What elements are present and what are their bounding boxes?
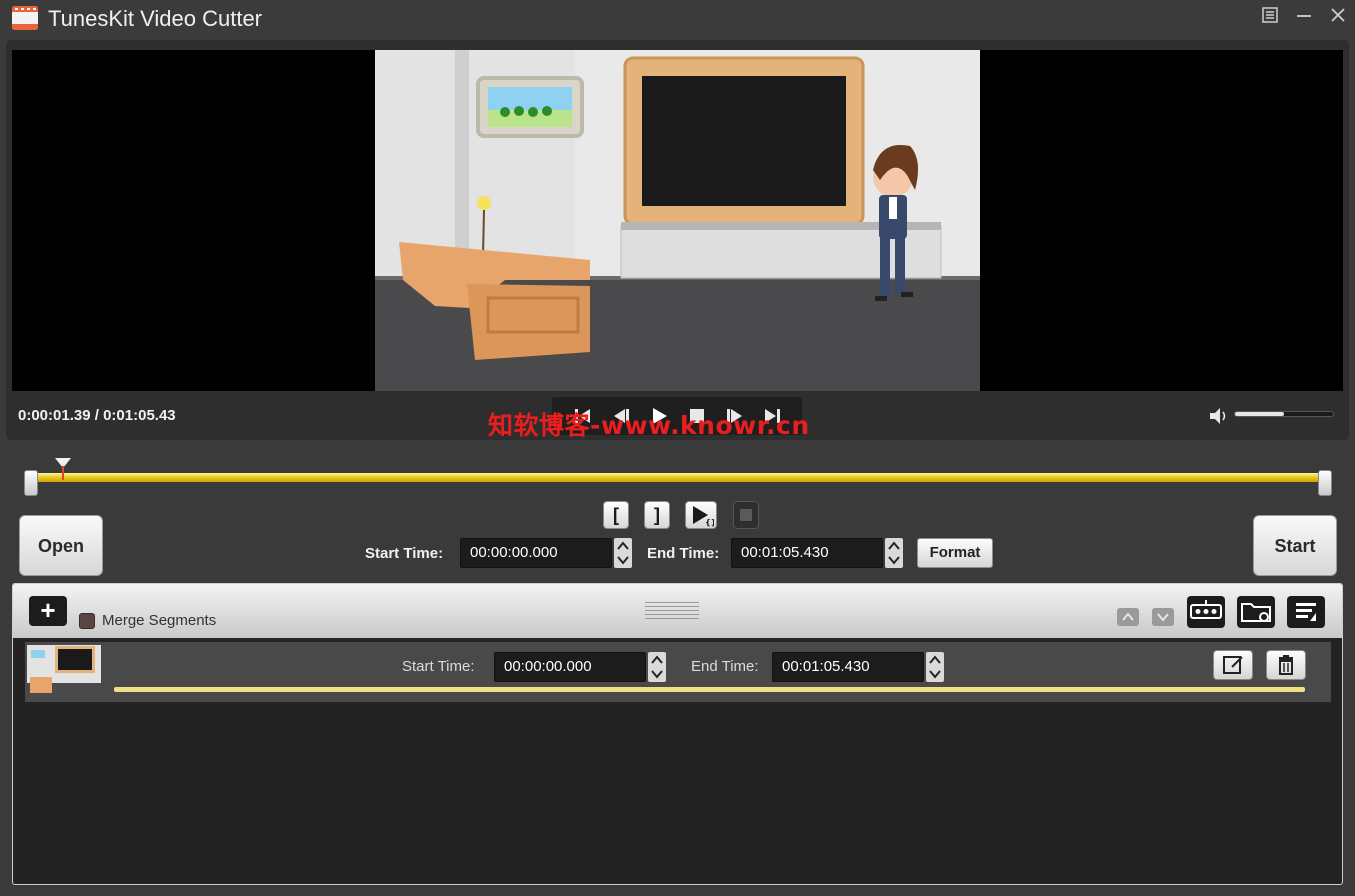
window-title: TunesKit Video Cutter: [48, 6, 263, 31]
volume-slider[interactable]: [1234, 411, 1334, 417]
merge-segments-label: Merge Segments: [102, 612, 217, 629]
preview-segment-button[interactable]: {}: [685, 501, 717, 529]
time-separator: /: [90, 407, 104, 424]
segment-end-time-stepper[interactable]: [926, 652, 944, 682]
task-list-icon[interactable]: [1287, 596, 1325, 628]
end-time-input[interactable]: 00:01:05.430: [731, 538, 883, 568]
playhead-line: [62, 466, 65, 480]
segment-range-bar: [114, 687, 1305, 692]
close-icon[interactable]: [1326, 6, 1350, 28]
format-button[interactable]: Format: [917, 538, 993, 568]
total-duration: 0:01:05.43: [103, 407, 176, 424]
segment-start-time-input[interactable]: 00:00:00.000: [494, 652, 646, 682]
add-segment-button[interactable]: +: [29, 596, 67, 626]
watermark-text: 知软博客-www.knowr.cn: [488, 411, 810, 440]
segments-toolbar: + Merge Segments: [13, 584, 1342, 638]
start-time-label: Start Time:: [365, 545, 444, 562]
trim-start-handle[interactable]: [24, 470, 38, 496]
move-up-icon[interactable]: [1117, 608, 1139, 626]
output-folder-icon[interactable]: [1237, 596, 1275, 628]
trim-end-handle[interactable]: [1318, 470, 1332, 496]
segment-end-time-label: End Time:: [691, 658, 759, 675]
end-time-label: End Time:: [647, 545, 720, 562]
video-preview[interactable]: [12, 50, 1343, 391]
segments-panel: + Merge Segments Start Time: 00:00:00.00…: [12, 583, 1343, 885]
segment-start-time-stepper[interactable]: [648, 652, 666, 682]
svg-text:{}: {}: [705, 518, 714, 527]
move-down-icon[interactable]: [1152, 608, 1174, 626]
selected-range-bar: [24, 473, 1332, 482]
menu-icon[interactable]: [1258, 6, 1282, 28]
delete-segment-icon[interactable]: [1266, 650, 1306, 680]
volume-icon[interactable]: [1208, 406, 1230, 426]
volume-level: [1235, 412, 1284, 416]
segment-row[interactable]: Start Time: 00:00:00.000 End Time: 00:01…: [25, 642, 1331, 702]
segment-start-time-label: Start Time:: [402, 658, 475, 675]
playback-time-readout: 0:00:01.39 / 0:01:05.43: [18, 407, 176, 424]
video-panel: 0:00:01.39 / 0:01:05.43 知软博客-www.knowr.c…: [6, 40, 1349, 440]
current-time: 0:00:01.39: [18, 407, 91, 424]
stop-preview-button[interactable]: [733, 501, 759, 529]
minimize-icon[interactable]: [1292, 6, 1316, 28]
panel-grip-icon[interactable]: [645, 602, 699, 622]
timeline-track[interactable]: [24, 470, 1332, 496]
segment-thumbnail: [27, 645, 101, 700]
video-frame-image: [375, 50, 980, 391]
app-logo-icon: [12, 6, 38, 30]
start-time-stepper[interactable]: [614, 538, 632, 568]
start-time-input[interactable]: 00:00:00.000: [460, 538, 612, 568]
segment-end-time-input[interactable]: 00:01:05.430: [772, 652, 924, 682]
merge-segments-checkbox[interactable]: [79, 613, 95, 629]
effects-icon[interactable]: [1187, 596, 1225, 628]
start-button[interactable]: Start: [1253, 515, 1337, 576]
mark-out-button[interactable]: ]: [644, 501, 670, 529]
mark-in-button[interactable]: [: [603, 501, 629, 529]
end-time-stepper[interactable]: [885, 538, 903, 568]
open-button[interactable]: Open: [19, 515, 103, 576]
edit-segment-icon[interactable]: [1213, 650, 1253, 680]
title-bar: TunesKit Video Cutter: [0, 0, 1355, 38]
